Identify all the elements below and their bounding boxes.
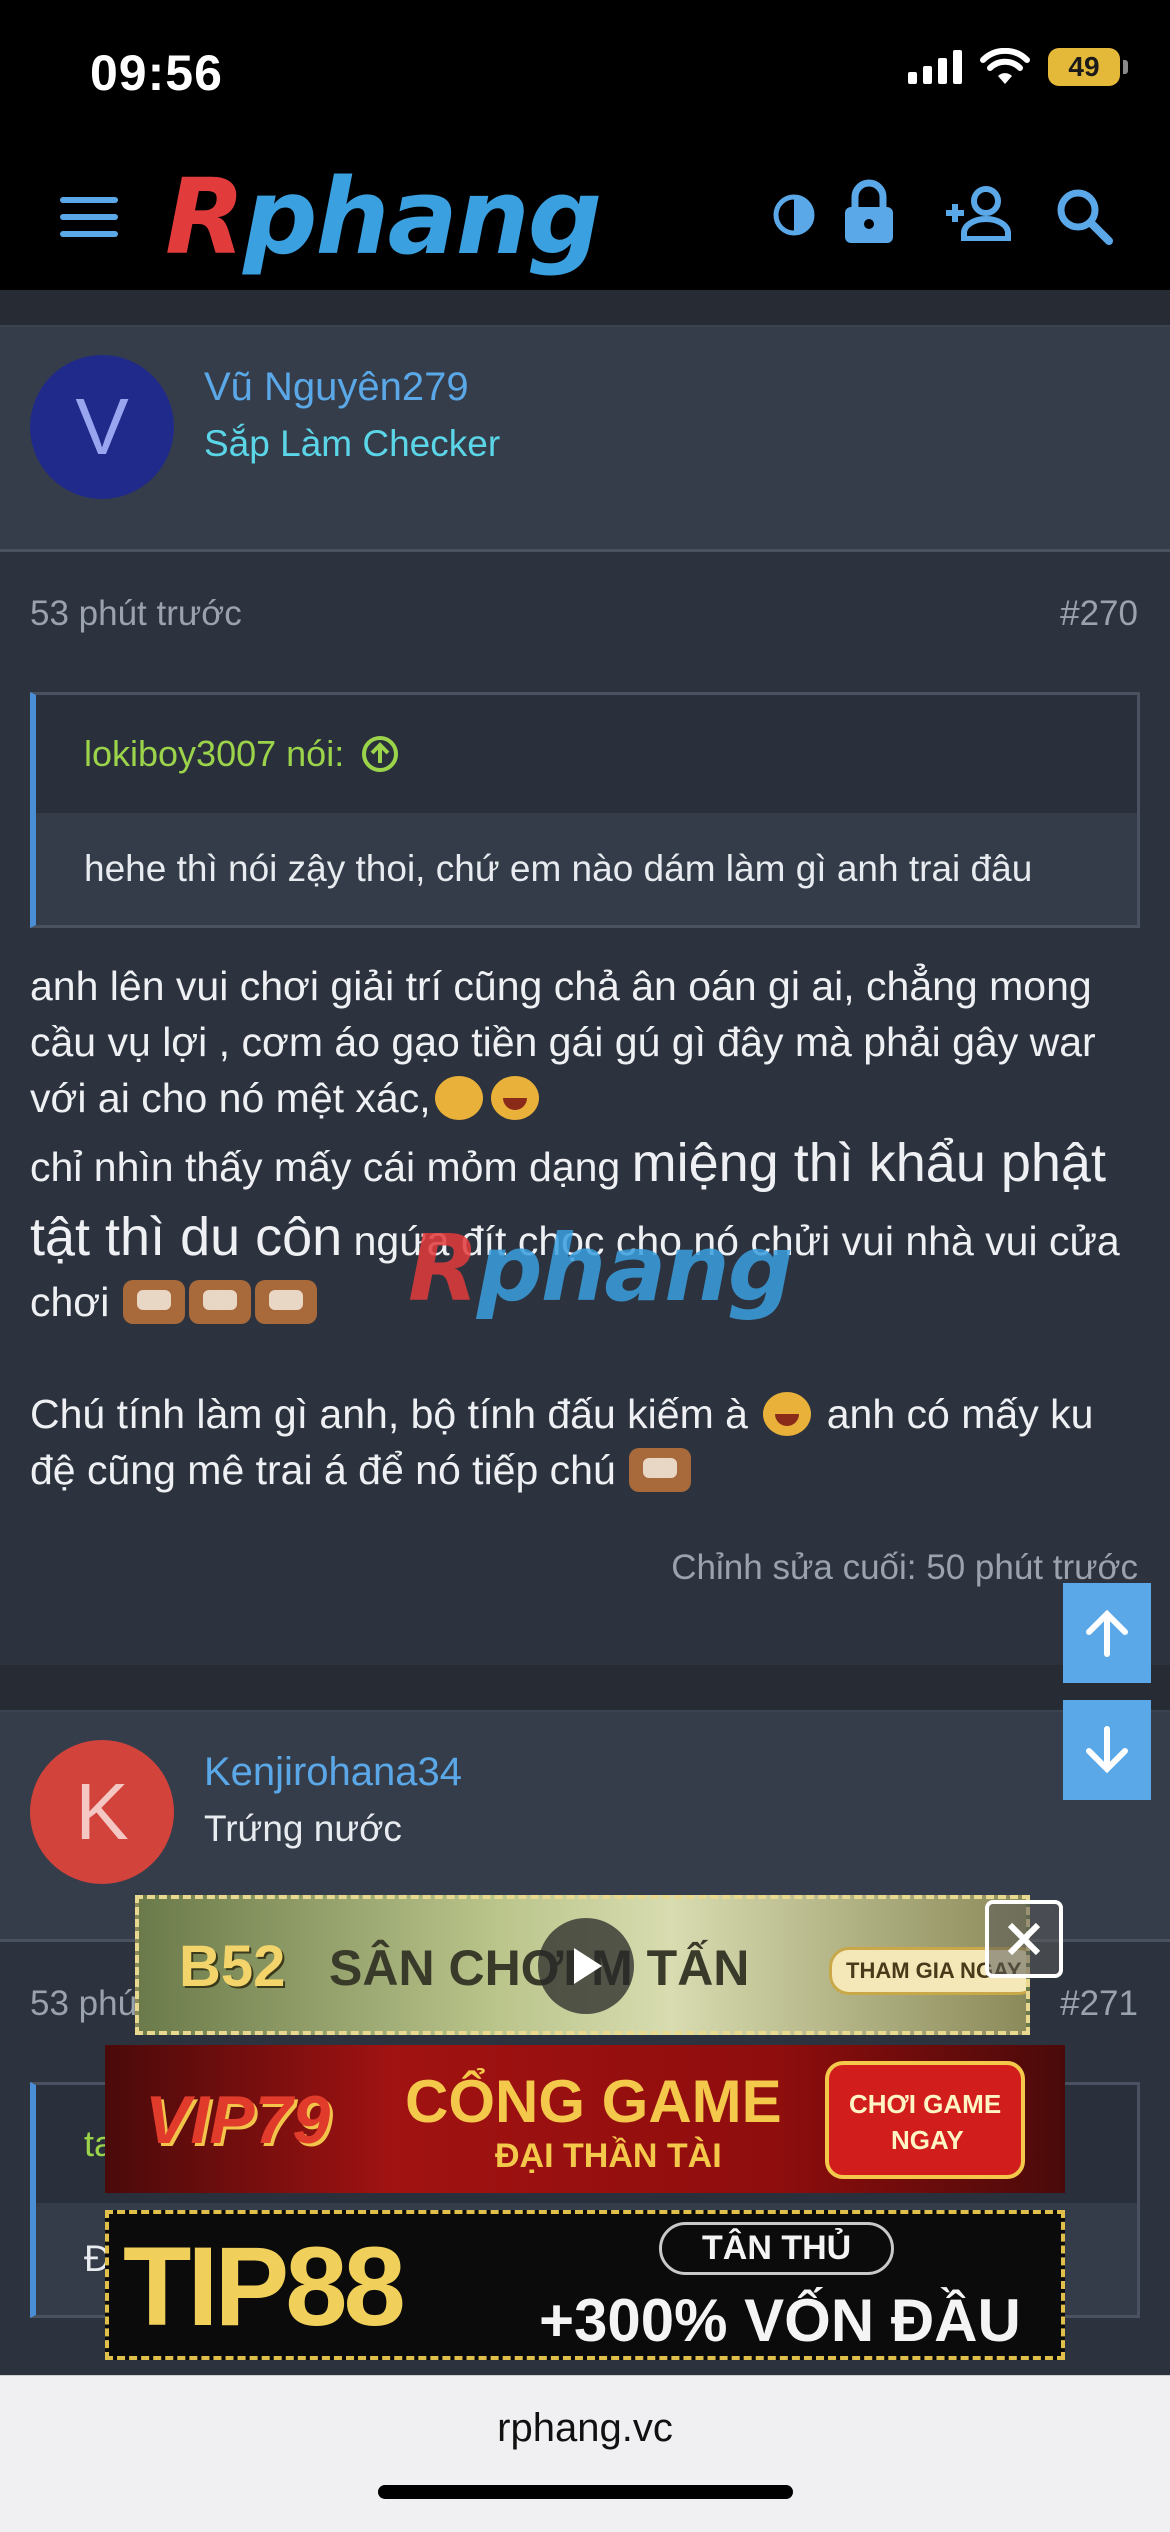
post-number-link[interactable]: #270 — [1060, 594, 1138, 634]
avatar[interactable]: V — [30, 355, 174, 499]
message-paragraph-3-start: Chú tính làm gì anh, bộ tính đấu kiếm à — [30, 1391, 748, 1437]
quote-text: hehe thì nói zậy thoi, chứ em nào dám là… — [36, 813, 1137, 925]
menu-icon[interactable] — [60, 197, 118, 237]
user-title: Trứng nước — [204, 1808, 402, 1849]
browser-address-bar[interactable]: rphang.vc — [0, 2375, 1170, 2532]
status-bar: 09:56 49 — [0, 0, 1170, 145]
post-user-block: V Vũ Nguyên279 Sắp Làm Checker — [0, 327, 1170, 552]
site-logo[interactable]: Rphang — [165, 165, 725, 270]
cellular-signal-icon — [908, 50, 962, 84]
play-icon — [574, 1948, 602, 1984]
cow-sticker-icon — [122, 1280, 185, 1324]
scroll-top-button[interactable] — [1063, 1583, 1151, 1683]
cow-sticker-icon — [188, 1280, 251, 1324]
post-time-link[interactable]: 53 phú — [30, 1984, 137, 2024]
ad-subheadline: ĐẠI THẦN TÀI — [495, 2137, 722, 2175]
quote-block: lokiboy3007 nói: hehe thì nói zậy thoi, … — [30, 692, 1140, 928]
circle-arrow-up-icon[interactable] — [360, 734, 400, 774]
search-icon[interactable] — [1055, 187, 1113, 245]
status-time: 09:56 — [90, 45, 223, 101]
quote-header[interactable]: lokiboy3007 nói: — [36, 695, 1137, 813]
arrow-up-icon — [1086, 1609, 1128, 1657]
add-user-icon[interactable] — [942, 185, 1014, 241]
ad-headline: CỔNG GAME — [405, 2068, 782, 2135]
ad-brand: VIP79 — [145, 2082, 331, 2158]
ad-brand: B52 — [179, 1934, 286, 1999]
post-message: anh lên vui chơi giải trí cũng chả ân oá… — [0, 928, 1170, 1498]
close-icon — [1007, 1922, 1041, 1956]
play-button[interactable] — [538, 1918, 634, 2014]
site-header: Rphang — [0, 145, 1170, 290]
thinking-emoji-icon — [434, 1076, 483, 1120]
arrow-down-icon — [1086, 1726, 1128, 1774]
ad-headline: +300% VỐN ĐẦU — [539, 2287, 1021, 2354]
ad-cta-button[interactable]: CHƠI GAME NGAY — [825, 2061, 1025, 2179]
post-meta: 53 phút trước #270 — [0, 552, 1170, 662]
message-paragraph-2-start: chỉ nhìn thấy mấy cái mỏm dạng — [30, 1144, 632, 1190]
cow-sticker-icon — [629, 1448, 692, 1492]
home-indicator[interactable] — [378, 2485, 793, 2499]
post-separator — [0, 1665, 1170, 1710]
laughing-emoji-icon — [763, 1392, 812, 1436]
post-number-link[interactable]: #271 — [1060, 1984, 1138, 2024]
lock-icon[interactable] — [843, 179, 895, 245]
wifi-icon — [980, 48, 1030, 84]
username-link[interactable]: Kenjirohana34 — [204, 1750, 462, 1795]
contrast-icon[interactable] — [772, 193, 816, 237]
watermark-logo: Rphang — [408, 1215, 794, 1322]
message-paragraph-1: anh lên vui chơi giải trí cũng chả ân oá… — [30, 963, 1096, 1121]
ad-badge: TÂN THỦ — [659, 2222, 895, 2275]
cow-sticker-icon — [254, 1280, 317, 1324]
scroll-bottom-button[interactable] — [1063, 1700, 1151, 1800]
username-link[interactable]: Vũ Nguyên279 — [204, 365, 469, 410]
ad-brand: TIP88 — [123, 2224, 406, 2349]
close-ad-button[interactable] — [985, 1900, 1063, 1978]
last-edited: Chỉnh sửa cuối: 50 phút trước — [671, 1548, 1138, 1587]
post-270: V Vũ Nguyên279 Sắp Làm Checker 53 phút t… — [0, 325, 1170, 1665]
laughing-emoji-icon — [490, 1076, 539, 1120]
page-spacer — [0, 290, 1170, 325]
user-title: Sắp Làm Checker — [204, 423, 501, 464]
avatar[interactable]: K — [30, 1740, 174, 1884]
status-icons: 49 — [908, 48, 1128, 86]
ad-banner-vip79[interactable]: VIP79 CỔNG GAME ĐẠI THẦN TÀI CHƠI GAME N… — [105, 2045, 1065, 2193]
quote-author[interactable]: lokiboy3007 nói: — [84, 733, 344, 775]
ad-banner-tip88[interactable]: TIP88 TÂN THỦ +300% VỐN ĐẦU — [105, 2210, 1065, 2360]
battery-icon: 49 — [1048, 48, 1128, 86]
post-time-link[interactable]: 53 phút trước — [30, 594, 242, 634]
url-text[interactable]: rphang.vc — [0, 2406, 1170, 2451]
